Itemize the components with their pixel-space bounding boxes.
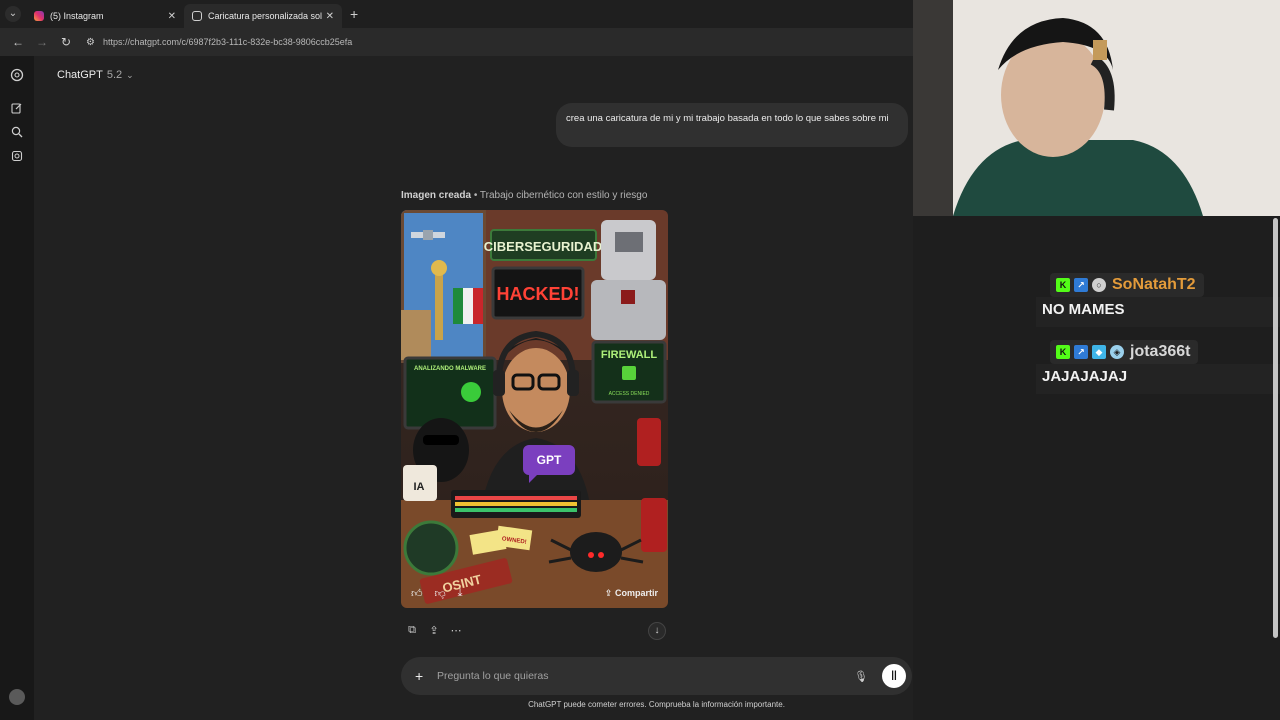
webcam-feed — [913, 0, 1280, 216]
library-icon[interactable] — [9, 150, 25, 166]
avatar[interactable] — [9, 689, 25, 705]
firewall-text: FIREWALL — [601, 349, 657, 361]
microphone-icon[interactable]: 🎙︎ — [854, 670, 868, 683]
image-toolbar: 👍︎ 👎︎ ⤓ ⇪ Compartir — [401, 582, 668, 604]
close-icon[interactable]: ✕ — [168, 11, 176, 22]
sidebar-rail — [0, 56, 34, 720]
model-version: 5.2 — [106, 69, 123, 81]
tab-title: Caricatura personalizada solicit — [208, 11, 322, 21]
address-bar: ← → ↻ ⚙ https://chatgpt.com/c/6987f2b3-1… — [0, 28, 913, 56]
thumbs-down-icon[interactable]: 👎︎ — [435, 587, 446, 600]
kick-icon: K — [1056, 345, 1070, 359]
share-label: Compartir — [614, 587, 658, 598]
mug-text: IA — [414, 481, 425, 493]
chat-message-row: JAJAJAJAJ — [1036, 364, 1280, 394]
composer: + 🎙︎ || — [401, 657, 912, 695]
share-icon: ⇪ — [604, 587, 613, 598]
user-message-bubble: crea una caricatura de mi y mi trabajo b… — [556, 103, 908, 147]
model-selector[interactable]: ChatGPT 5.2 ⌄ — [57, 69, 134, 81]
malware-text: ANALIZANDO MALWARE — [414, 366, 486, 372]
voice-mode-button[interactable]: || — [882, 664, 906, 688]
kick-icon: K — [1056, 278, 1070, 292]
site-settings-icon[interactable]: ⚙ — [86, 37, 95, 48]
share-icon[interactable]: ⇪ — [423, 624, 445, 637]
stream-chat-overlay: K ↗ ○ SoNatahT2 NO MAMES K ↗ ◆ ◈ jota366… — [913, 216, 1280, 720]
chat-message-row: NO MAMES — [1036, 297, 1280, 327]
message-actions: ⧉ ⇪ ⋯ — [401, 624, 467, 637]
gem-icon: ◈ — [1110, 345, 1124, 359]
tab-search-button[interactable]: ⌄ — [0, 0, 26, 28]
chevron-down-icon: ⌄ — [126, 70, 134, 80]
browser-tab-strip: ⌄ (5) Instagram ✕ Caricatura personaliza… — [0, 0, 913, 28]
gpt-logo-text: GPT — [537, 453, 562, 467]
image-caption-subtitle: • Trabajo cibernético con estilo y riesg… — [471, 190, 648, 201]
thumbs-up-icon[interactable]: 👍︎ — [411, 587, 423, 600]
chat-message: JAJAJAJAJ — [1042, 368, 1128, 385]
chevron-down-icon: ⌄ — [5, 6, 21, 22]
chat-username: jota366t — [1130, 343, 1191, 360]
download-icon[interactable]: ⤓ — [458, 587, 463, 600]
chat-username-row: K ↗ ◆ ◈ jota366t — [1050, 340, 1199, 364]
boost-icon: ↗ — [1074, 278, 1088, 292]
back-icon[interactable]: ← — [6, 35, 30, 49]
chat-username: SoNatahT2 — [1112, 276, 1196, 293]
image-caption-title: Imagen creada — [401, 190, 472, 201]
forward-icon[interactable]: → — [30, 35, 54, 49]
ciberseguridad-text: CIBERSEGURIDAD — [484, 239, 602, 254]
ring-icon: ○ — [1092, 278, 1106, 292]
chat-username-row: K ↗ ○ SoNatahT2 — [1050, 273, 1204, 297]
model-name: ChatGPT — [57, 69, 103, 81]
copy-icon[interactable]: ⧉ — [401, 624, 423, 637]
chatgpt-icon — [192, 11, 202, 21]
new-chat-icon[interactable] — [9, 102, 25, 118]
boost-icon: ↗ — [1074, 345, 1088, 359]
chat-message: NO MAMES — [1042, 301, 1125, 318]
arrow-down-icon: ↓ — [654, 625, 660, 636]
hacked-text: HACKED! — [497, 284, 580, 304]
new-tab-button[interactable]: + — [350, 6, 358, 22]
tab-instagram[interactable]: (5) Instagram ✕ — [26, 4, 184, 28]
cube-icon: ◆ — [1092, 345, 1106, 359]
scrollbar[interactable] — [1273, 218, 1278, 638]
instagram-icon — [34, 11, 44, 21]
reload-icon[interactable]: ↻ — [54, 35, 78, 49]
waveform-icon: || — [891, 670, 897, 681]
scroll-down-button[interactable]: ↓ — [648, 622, 666, 640]
tab-title: (5) Instagram — [50, 11, 104, 21]
disclaimer: ChatGPT puede cometer errores. Comprueba… — [528, 700, 785, 709]
access-denied-text: ACCESS DENIED — [609, 391, 650, 397]
more-options-icon[interactable]: ⋯ — [445, 624, 467, 637]
image-share-button[interactable]: ⇪ Compartir — [605, 588, 658, 599]
screen: ⌄ (5) Instagram ✕ Caricatura personaliza… — [0, 0, 1280, 720]
url-text: https://chatgpt.com/c/6987f2b3-111c-832e… — [102, 37, 353, 47]
openai-logo-icon[interactable] — [9, 68, 25, 84]
url-field[interactable]: ⚙ https://chatgpt.com/c/6987f2b3-111c-83… — [86, 37, 352, 48]
prompt-input[interactable] — [437, 670, 855, 682]
tab-chatgpt[interactable]: Caricatura personalizada solicit ✕ — [184, 4, 342, 28]
search-icon[interactable] — [9, 126, 25, 142]
attach-plus-icon[interactable]: + — [415, 668, 429, 684]
generated-image[interactable]: CIBERSEGURIDAD HACKED! FIREWALL ACCESS D… — [401, 210, 668, 608]
image-caption: Imagen creada • Trabajo cibernético con … — [401, 190, 647, 201]
close-icon[interactable]: ✕ — [326, 11, 334, 22]
